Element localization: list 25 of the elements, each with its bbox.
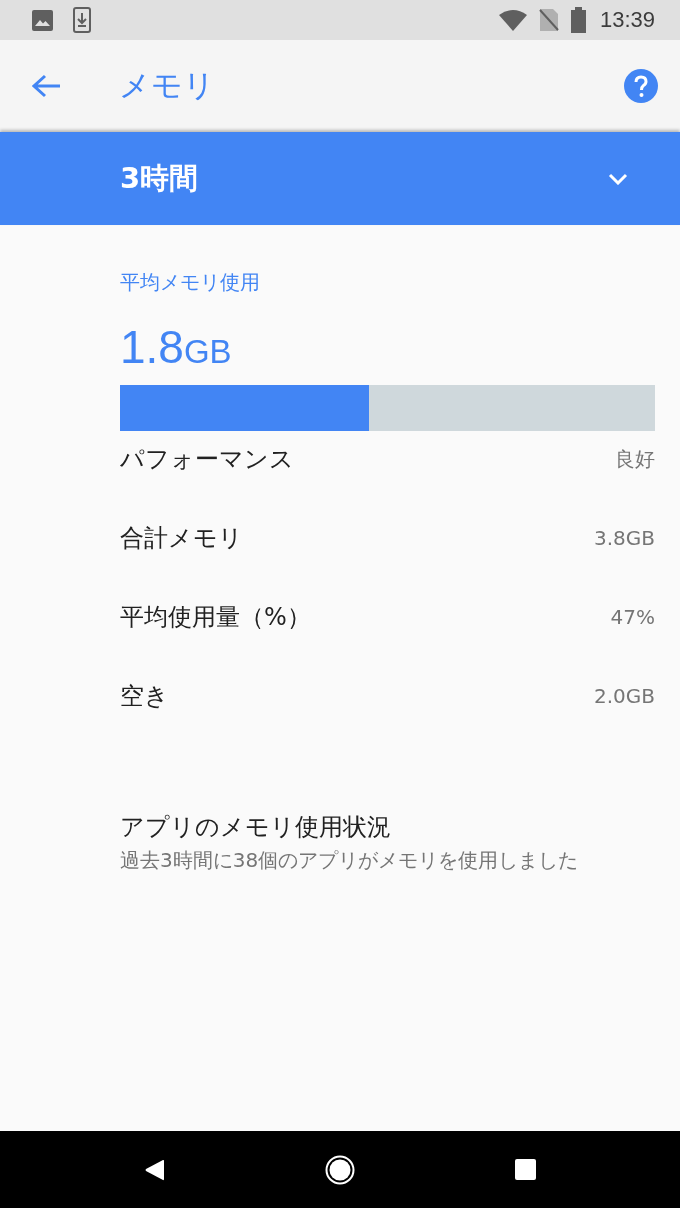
stat-value: 47% xyxy=(610,604,655,631)
no-sim-icon xyxy=(538,8,559,32)
image-icon xyxy=(32,9,53,31)
stat-value: 良好 xyxy=(615,446,655,473)
period-dropdown[interactable]: 3時間 xyxy=(0,132,680,225)
stat-label: 合計メモリ xyxy=(120,523,243,553)
download-icon xyxy=(73,7,91,33)
help-icon[interactable] xyxy=(624,69,658,103)
stat-label: 平均使用量（%） xyxy=(120,602,311,632)
home-icon[interactable] xyxy=(325,1154,355,1185)
page-title: メモリ xyxy=(119,66,216,105)
battery-icon xyxy=(570,7,586,33)
app-memory-usage-title[interactable]: アプリのメモリ使用状況 xyxy=(120,812,391,842)
average-memory-value: 1.8GB xyxy=(120,324,232,370)
stat-value: 3.8GB xyxy=(593,525,655,552)
status-time: 13:39 xyxy=(599,7,655,33)
stat-label: パフォーマンス xyxy=(120,444,294,474)
app-memory-usage-summary: 過去3時間に38個のアプリがメモリを使用しました xyxy=(120,847,579,873)
back-arrow-icon[interactable] xyxy=(32,74,61,98)
stat-value: 2.0GB xyxy=(593,683,655,710)
back-icon[interactable] xyxy=(144,1157,165,1182)
chevron-down-icon xyxy=(608,172,628,185)
average-memory-label: 平均メモリ使用 xyxy=(120,270,260,294)
wifi-icon xyxy=(498,9,527,31)
stat-label: 空き xyxy=(120,681,169,711)
